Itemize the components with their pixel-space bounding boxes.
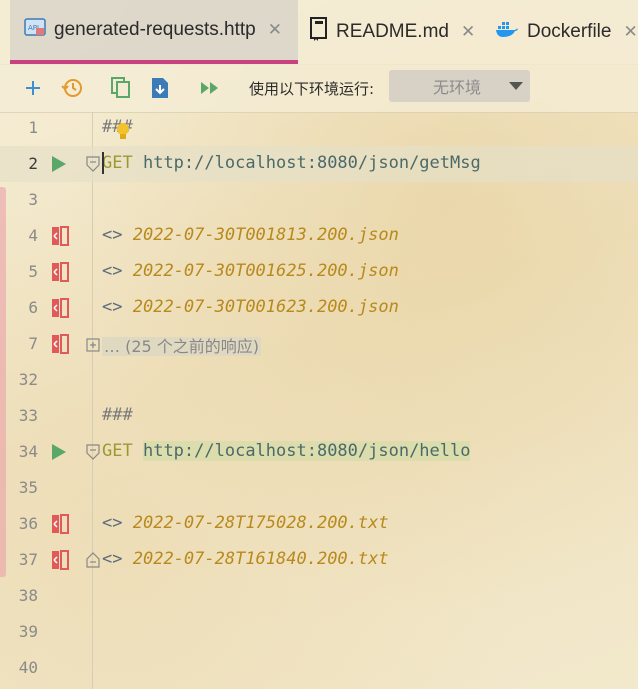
line-number: 38 [18,586,38,605]
close-icon[interactable]: ✕ [461,22,475,42]
book-icon [310,17,328,47]
response-file-link[interactable]: 2022-07-30T001625.200.json [133,261,399,281]
compare-response-icon[interactable] [51,298,69,318]
editor-line[interactable]: 2 GET http://localhost:8080/json/getMsg [0,146,638,182]
chevron-down-icon [509,82,524,90]
http-method: GET [102,153,133,173]
docker-icon [495,20,519,44]
editor-line[interactable]: 32 [0,362,638,398]
editor-line[interactable]: 5 <> 2022-07-30T001625.200.json [0,254,638,290]
line-number: 36 [18,514,38,533]
editor-line[interactable]: 7 … (25 个之前的响应) [0,326,638,362]
history-icon[interactable] [60,76,84,100]
env-value: 无环境 [433,78,482,97]
tab-readme[interactable]: README.md ✕ [310,0,480,64]
collapsed-responses[interactable]: … (25 个之前的响应) [102,337,262,356]
run-request-icon[interactable] [52,156,66,172]
lightbulb-icon[interactable] [115,122,131,146]
tab-dockerfile[interactable]: Dockerfile ✕ [495,0,638,64]
line-number: 5 [28,262,38,281]
editor-line[interactable]: 38 [0,578,638,614]
line-number: 2 [28,154,38,173]
http-method: GET [102,441,133,461]
compare-response-icon[interactable] [51,262,69,282]
convert-icon[interactable] [148,76,172,100]
editor-line[interactable]: 39 [0,614,638,650]
close-icon[interactable]: ✕ [623,22,637,42]
editor-line[interactable]: 40 [0,650,638,686]
line-number: 37 [18,550,38,569]
fold-icon[interactable] [86,444,100,460]
editor-line[interactable]: 37 <> 2022-07-28T161840.200.txt [0,542,638,578]
editor-line[interactable]: 3 [0,182,638,218]
line-number: 7 [28,334,38,353]
line-number: 33 [18,406,38,425]
add-icon[interactable] [21,76,45,100]
env-select[interactable]: 无环境 [389,70,530,102]
response-file-link[interactable]: 2022-07-28T175028.200.txt [133,513,389,533]
fold-end-icon[interactable] [86,552,100,568]
editor-line[interactable]: 33 ### [0,398,638,434]
compare-response-icon[interactable] [51,226,69,246]
toolbar: 使用以下环境运行: [0,64,638,113]
api-file-icon: API [24,17,46,43]
compare-response-icon[interactable] [51,334,69,354]
response-arrow: <> [102,261,123,281]
tab-generated-requests[interactable]: API generated-requests.http ✕ [10,0,298,64]
fold-icon[interactable] [86,156,100,172]
run-request-icon[interactable] [52,444,66,460]
line-number: 4 [28,226,38,245]
response-arrow: <> [102,513,123,533]
response-file-link[interactable]: 2022-07-28T161840.200.txt [133,549,389,569]
editor-line[interactable]: 35 [0,470,638,506]
tab-bar: API generated-requests.http ✕ README.md … [0,0,638,65]
request-url[interactable]: http://localhost:8080/json/getMsg [143,153,481,173]
editor-line[interactable]: 34 GET http://localhost:8080/json/hello [0,434,638,470]
tab-label: README.md [336,21,449,42]
response-file-link[interactable]: 2022-07-30T001813.200.json [133,225,399,245]
line-number: 1 [28,118,38,137]
request-url[interactable]: http://localhost:8080/json/hello [142,441,471,461]
line-number: 6 [28,298,38,317]
close-icon[interactable]: ✕ [268,20,282,40]
response-arrow: <> [102,549,123,569]
line-number: 40 [18,658,38,677]
editor-line[interactable]: 36 <> 2022-07-28T175028.200.txt [0,506,638,542]
line-number: 34 [18,442,38,461]
line-number: 3 [28,190,38,209]
env-label: 使用以下环境运行: [249,80,375,98]
response-file-link[interactable]: 2022-07-30T001623.200.json [133,297,399,317]
line-number: 39 [18,622,38,641]
compare-response-icon[interactable] [51,514,69,534]
editor-line[interactable]: 6 <> 2022-07-30T001623.200.json [0,290,638,326]
editor-line[interactable]: 4 <> 2022-07-30T001813.200.json [0,218,638,254]
response-arrow: <> [102,225,123,245]
editor-line[interactable]: 1 ### [0,110,638,146]
text-cursor [102,152,104,174]
line-number: 35 [18,478,38,497]
copy-icon[interactable] [109,76,133,100]
tab-label: Dockerfile [527,21,612,42]
response-arrow: <> [102,297,123,317]
run-all-icon[interactable] [198,76,222,100]
tab-label: generated-requests.http [54,19,256,40]
separator-text: ### [102,405,133,425]
line-number: 32 [18,370,38,389]
compare-response-icon[interactable] [51,550,69,570]
expand-icon[interactable] [86,337,100,353]
